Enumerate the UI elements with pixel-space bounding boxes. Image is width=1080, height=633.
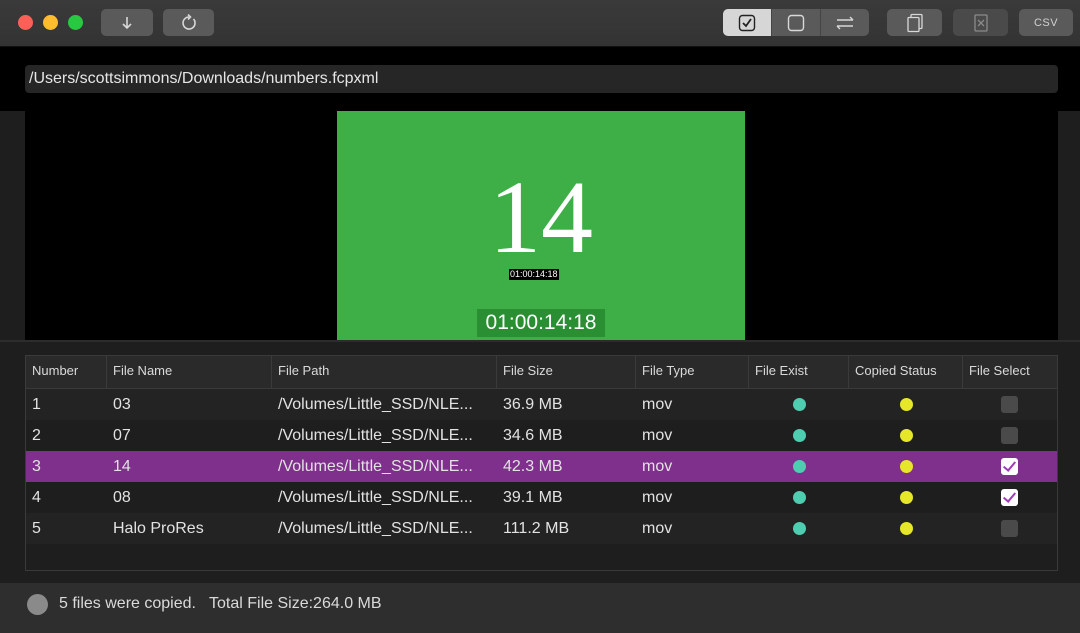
selection-segmented-control xyxy=(723,9,869,36)
invert-selection-button[interactable] xyxy=(820,9,869,36)
table-row[interactable]: 5 Halo ProRes/Volumes/Little_SSD/NLE... 11… xyxy=(26,513,1057,544)
status-text: 5 files were copied. Total File Size:264… xyxy=(59,595,382,613)
cell-file-size: 34.6 MB xyxy=(503,427,563,444)
cell-file-name: Halo ProRes xyxy=(113,520,204,537)
cell-number: 5 xyxy=(32,520,41,537)
column-header-file-size[interactable]: File Size xyxy=(497,356,636,388)
cell-number: 4 xyxy=(32,489,41,506)
copied-status-indicator xyxy=(900,491,913,504)
video-preview: 14 01:00:14:18 01:00:14:18 xyxy=(25,111,1058,340)
table-row[interactable]: 3 14/Volumes/Little_SSD/NLE... 42.3 MB mov xyxy=(26,451,1057,482)
file-exist-indicator xyxy=(793,398,806,411)
column-header-file-name[interactable]: File Name xyxy=(107,356,272,388)
copied-status-indicator xyxy=(900,429,913,442)
window-zoom-button[interactable] xyxy=(68,15,83,30)
cell-number: 1 xyxy=(32,396,41,413)
column-header-file-type[interactable]: File Type xyxy=(636,356,749,388)
cell-file-path: /Volumes/Little_SSD/NLE... xyxy=(278,458,473,475)
timecode-readout: 01:00:14:18 xyxy=(477,309,605,337)
cell-file-type: mov xyxy=(642,489,673,506)
status-indicator xyxy=(27,594,48,615)
toolbar: CSV xyxy=(0,0,1080,47)
status-bar: 5 files were copied. Total File Size:264… xyxy=(0,583,1080,633)
table-row[interactable]: 2 07/Volumes/Little_SSD/NLE... 34.6 MB mov xyxy=(26,420,1057,451)
window-minimize-button[interactable] xyxy=(43,15,58,30)
cell-number: 3 xyxy=(32,458,41,475)
file-select-checkbox[interactable] xyxy=(1001,458,1018,475)
cell-file-size: 111.2 MB xyxy=(503,520,570,537)
file-select-checkbox[interactable] xyxy=(1001,520,1018,537)
file-exist-indicator xyxy=(793,491,806,504)
cell-file-type: mov xyxy=(642,458,673,475)
cell-file-path: /Volumes/Little_SSD/NLE... xyxy=(278,520,473,537)
cell-file-name: 14 xyxy=(113,458,131,475)
copied-status-indicator xyxy=(900,460,913,473)
cell-file-path: /Volumes/Little_SSD/NLE... xyxy=(278,427,473,444)
delete-icon xyxy=(973,13,988,32)
cell-file-type: mov xyxy=(642,520,673,537)
file-select-checkbox[interactable] xyxy=(1001,396,1018,413)
checkbox-empty-icon xyxy=(787,14,805,31)
file-exist-indicator xyxy=(793,522,806,535)
file-select-checkbox[interactable] xyxy=(1001,427,1018,444)
column-header-file-path[interactable]: File Path xyxy=(272,356,497,388)
refresh-icon xyxy=(181,13,196,30)
file-exist-indicator xyxy=(793,460,806,473)
column-header-file-exist[interactable]: File Exist xyxy=(749,356,849,388)
cell-file-type: mov xyxy=(642,427,673,444)
copy-button[interactable] xyxy=(887,9,942,36)
cell-file-name: 03 xyxy=(113,396,131,413)
window-close-button[interactable] xyxy=(18,15,33,30)
video-frame: 14 01:00:14:18 01:00:14:18 xyxy=(337,111,745,340)
cell-file-size: 36.9 MB xyxy=(503,396,563,413)
path-bar: /Users/scottsimmons/Downloads/numbers.fc… xyxy=(0,47,1080,111)
select-all-button[interactable] xyxy=(723,9,771,36)
checkbox-checked-icon xyxy=(738,14,756,31)
swap-arrows-icon xyxy=(836,16,854,29)
cell-file-path: /Volumes/Little_SSD/NLE... xyxy=(278,396,473,413)
cell-file-path: /Volumes/Little_SSD/NLE... xyxy=(278,489,473,506)
file-select-checkbox[interactable] xyxy=(1001,489,1018,506)
cell-file-name: 08 xyxy=(113,489,131,506)
cell-file-type: mov xyxy=(642,396,673,413)
csv-label: CSV xyxy=(1033,16,1059,29)
file-exist-indicator xyxy=(793,429,806,442)
split-divider[interactable] xyxy=(0,340,1080,342)
cell-file-size: 42.3 MB xyxy=(503,458,563,475)
cell-number: 2 xyxy=(32,427,41,444)
column-header-number[interactable]: Number xyxy=(26,356,107,388)
column-header-copied-status[interactable]: Copied Status xyxy=(849,356,963,388)
copied-status-indicator xyxy=(900,522,913,535)
deselect-all-button[interactable] xyxy=(771,9,820,36)
table-row[interactable]: 1 03/Volumes/Little_SSD/NLE... 36.9 MB mov xyxy=(26,389,1057,420)
copied-status-indicator xyxy=(900,398,913,411)
cell-file-name: 07 xyxy=(113,427,131,444)
table-row[interactable]: 4 08/Volumes/Little_SSD/NLE... 39.1 MB mov xyxy=(26,482,1057,513)
total-file-size: Total File Size:264.0 MB xyxy=(209,595,382,612)
download-button[interactable] xyxy=(101,9,153,36)
delete-button[interactable] xyxy=(953,9,1008,36)
arrow-down-icon xyxy=(122,16,132,29)
cell-file-size: 39.1 MB xyxy=(503,489,563,506)
copy-icon xyxy=(906,13,923,32)
table-header: Number File Name File Path File Size Fil… xyxy=(26,356,1057,389)
burned-in-timecode: 01:00:14:18 xyxy=(509,269,559,280)
files-table: Number File Name File Path File Size Fil… xyxy=(25,355,1058,571)
column-header-file-select[interactable]: File Select xyxy=(963,356,1057,388)
export-csv-button[interactable]: CSV xyxy=(1019,9,1073,36)
fcpxml-path-field[interactable]: /Users/scottsimmons/Downloads/numbers.fc… xyxy=(25,65,1058,93)
refresh-button[interactable] xyxy=(163,9,214,36)
frame-number-text: 14 xyxy=(489,160,593,275)
status-message: 5 files were copied. xyxy=(59,595,196,612)
